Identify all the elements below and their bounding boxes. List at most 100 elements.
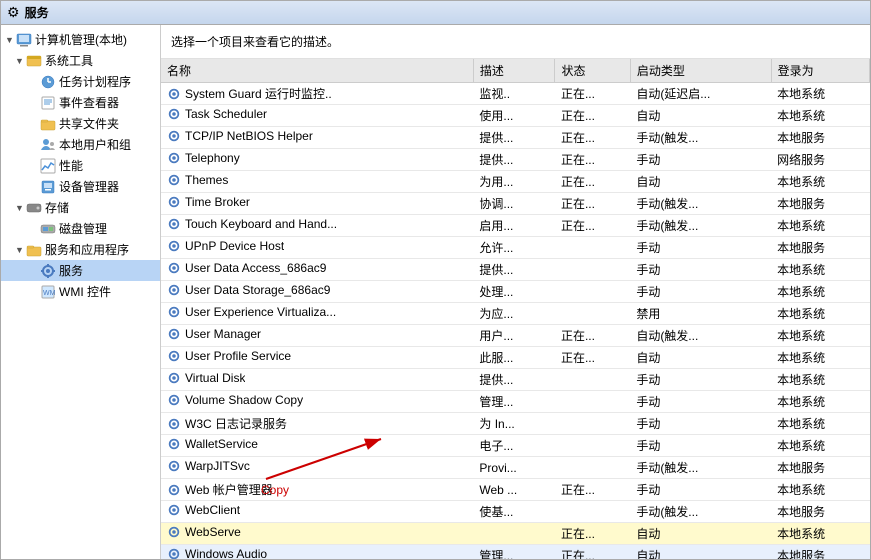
table-row[interactable]: Themes为用...正在...自动本地系统 bbox=[161, 171, 870, 193]
table-row[interactable]: WarpJITSvcProvi...手动(触发...本地服务 bbox=[161, 457, 870, 479]
sidebar-item-computer-mgmt[interactable]: ▼ 计算机管理(本地) bbox=[1, 29, 160, 50]
description-area: 选择一个项目来查看它的描述。 bbox=[161, 25, 870, 59]
service-desc-cell: Provi... bbox=[473, 457, 555, 479]
description-text: 选择一个项目来查看它的描述。 bbox=[171, 35, 339, 49]
service-startup-cell: 自动 bbox=[630, 523, 771, 545]
service-status-cell bbox=[555, 391, 630, 413]
table-row[interactable]: WebServe正在...自动本地系统 bbox=[161, 523, 870, 545]
sidebar-item-disk-mgmt[interactable]: 磁盘管理 bbox=[1, 218, 160, 239]
service-desc-cell: 提供... bbox=[473, 259, 555, 281]
sidebar-item-local-users[interactable]: 本地用户和组 bbox=[1, 134, 160, 155]
sidebar-item-storage[interactable]: ▼ 存储 bbox=[1, 197, 160, 218]
table-row[interactable]: TCP/IP NetBIOS Helper提供...正在...手动(触发...本… bbox=[161, 127, 870, 149]
table-row[interactable]: Web 帐户管理器Web ...正在...手动本地系统 bbox=[161, 479, 870, 501]
service-name-cell: User Manager bbox=[161, 325, 381, 343]
table-row[interactable]: User Data Access_686ac9提供...手动本地系统 bbox=[161, 259, 870, 281]
table-row[interactable]: User Data Storage_686ac9处理...手动本地系统 bbox=[161, 281, 870, 303]
sidebar-item-shared-folders[interactable]: 共享文件夹 bbox=[1, 113, 160, 134]
table-row[interactable]: WebClient使基...手动(触发...本地服务 bbox=[161, 501, 870, 523]
service-startup-cell: 手动 bbox=[630, 369, 771, 391]
table-row[interactable]: W3C 日志记录服务为 In...手动本地系统 bbox=[161, 413, 870, 435]
service-name-text: WebClient bbox=[185, 503, 240, 517]
service-desc-cell: 启用... bbox=[473, 215, 555, 237]
service-icon bbox=[167, 217, 181, 231]
service-login-cell: 本地系统 bbox=[771, 281, 869, 303]
service-startup-cell: 手动(触发... bbox=[630, 127, 771, 149]
table-row[interactable]: User Manager用户...正在...自动(触发...本地系统 bbox=[161, 325, 870, 347]
col-header-startup[interactable]: 启动类型 bbox=[630, 59, 771, 83]
table-row[interactable]: WalletService电子...手动本地系统 bbox=[161, 435, 870, 457]
service-name-cell: User Experience Virtualiza... bbox=[161, 303, 381, 321]
service-login-cell: 本地系统 bbox=[771, 303, 869, 325]
service-desc-cell: Web ... bbox=[473, 479, 555, 501]
table-row[interactable]: Windows Audio管理...正在...自动本地服务 bbox=[161, 545, 870, 560]
col-header-login[interactable]: 登录为 bbox=[771, 59, 869, 83]
storage-icon bbox=[26, 200, 42, 216]
sidebar-item-disk-mgmt-label: 磁盘管理 bbox=[59, 220, 107, 237]
service-icon bbox=[167, 483, 181, 497]
table-row[interactable]: System Guard 运行时监控..监视..正在...自动(延迟启...本地… bbox=[161, 83, 870, 105]
sidebar-item-perf[interactable]: 性能 bbox=[1, 155, 160, 176]
service-icon bbox=[167, 547, 181, 559]
service-login-cell: 本地系统 bbox=[771, 325, 869, 347]
service-name-text: User Experience Virtualiza... bbox=[185, 305, 336, 319]
sidebar-item-event-viewer-label: 事件查看器 bbox=[59, 94, 119, 111]
service-status-cell: 正在... bbox=[555, 479, 630, 501]
col-header-desc[interactable]: 描述 bbox=[473, 59, 555, 83]
sidebar-item-svc-apps-label: 服务和应用程序 bbox=[45, 241, 129, 258]
service-status-cell: 正在... bbox=[555, 325, 630, 347]
service-icon bbox=[167, 437, 181, 451]
sidebar[interactable]: ▼ 计算机管理(本地) ▼ 系统工具 bbox=[1, 25, 161, 559]
service-login-cell: 本地系统 bbox=[771, 391, 869, 413]
service-desc-cell: 管理... bbox=[473, 391, 555, 413]
sidebar-item-local-users-label: 本地用户和组 bbox=[59, 136, 131, 153]
table-row[interactable]: Touch Keyboard and Hand...启用...正在...手动(触… bbox=[161, 215, 870, 237]
perf-icon bbox=[40, 158, 56, 174]
sidebar-item-device-mgr[interactable]: 设备管理器 bbox=[1, 176, 160, 197]
table-row[interactable]: Telephony提供...正在...手动网络服务 bbox=[161, 149, 870, 171]
sidebar-item-system-tools[interactable]: ▼ 系统工具 bbox=[1, 50, 160, 71]
sidebar-item-svc-apps[interactable]: ▼ 服务和应用程序 bbox=[1, 239, 160, 260]
service-icon bbox=[167, 393, 181, 407]
sidebar-item-services[interactable]: 服务 bbox=[1, 260, 160, 281]
sidebar-item-perf-label: 性能 bbox=[59, 157, 83, 174]
service-startup-cell: 手动 bbox=[630, 149, 771, 171]
service-name-cell: Telephony bbox=[161, 149, 381, 167]
sidebar-item-wmi-label: WMI 控件 bbox=[59, 283, 111, 300]
service-status-cell: 正在... bbox=[555, 347, 630, 369]
service-name-cell: Windows Audio bbox=[161, 545, 381, 559]
sidebar-item-wmi[interactable]: WMI WMI 控件 bbox=[1, 281, 160, 302]
table-row[interactable]: Volume Shadow Copy管理...手动本地系统 bbox=[161, 391, 870, 413]
disk-mgmt-icon bbox=[40, 221, 56, 237]
sidebar-item-storage-label: 存储 bbox=[45, 199, 69, 216]
table-row[interactable]: Task Scheduler使用...正在...自动本地系统 bbox=[161, 105, 870, 127]
sidebar-item-task-scheduler[interactable]: 任务计划程序 bbox=[1, 71, 160, 92]
services-list-table: 名称 描述 状态 启动类型 登录为 System Guard 运行时监控..监视… bbox=[161, 59, 870, 559]
col-header-name[interactable]: 名称 bbox=[161, 59, 473, 83]
services-table[interactable]: 名称 描述 状态 启动类型 登录为 System Guard 运行时监控..监视… bbox=[161, 59, 870, 559]
table-row[interactable]: Time Broker协调...正在...手动(触发...本地服务 bbox=[161, 193, 870, 215]
service-login-cell: 本地系统 bbox=[771, 413, 869, 435]
service-login-cell: 本地服务 bbox=[771, 457, 869, 479]
table-row[interactable]: Virtual Disk提供...手动本地系统 bbox=[161, 369, 870, 391]
sidebar-item-computer-mgmt-label: 计算机管理(本地) bbox=[35, 31, 127, 48]
service-desc-cell: 为用... bbox=[473, 171, 555, 193]
service-name-cell: WalletService bbox=[161, 435, 381, 453]
service-name-cell: Virtual Disk bbox=[161, 369, 381, 387]
service-startup-cell: 手动 bbox=[630, 391, 771, 413]
service-status-cell bbox=[555, 501, 630, 523]
table-row[interactable]: User Experience Virtualiza...为应...禁用本地系统 bbox=[161, 303, 870, 325]
service-startup-cell: 自动 bbox=[630, 545, 771, 560]
table-row[interactable]: UPnP Device Host允许...手动本地服务 bbox=[161, 237, 870, 259]
services-icon bbox=[40, 263, 56, 279]
sidebar-item-event-viewer[interactable]: 事件查看器 bbox=[1, 92, 160, 113]
table-row[interactable]: User Profile Service此服...正在...自动本地系统 bbox=[161, 347, 870, 369]
table-header-row: 名称 描述 状态 启动类型 登录为 bbox=[161, 59, 870, 83]
service-status-cell: 正在... bbox=[555, 545, 630, 560]
service-icon bbox=[167, 195, 181, 209]
col-header-status[interactable]: 状态 bbox=[555, 59, 630, 83]
service-startup-cell: 手动(触发... bbox=[630, 457, 771, 479]
service-status-cell bbox=[555, 303, 630, 325]
sidebar-item-services-label: 服务 bbox=[59, 262, 83, 279]
service-icon bbox=[167, 417, 181, 431]
